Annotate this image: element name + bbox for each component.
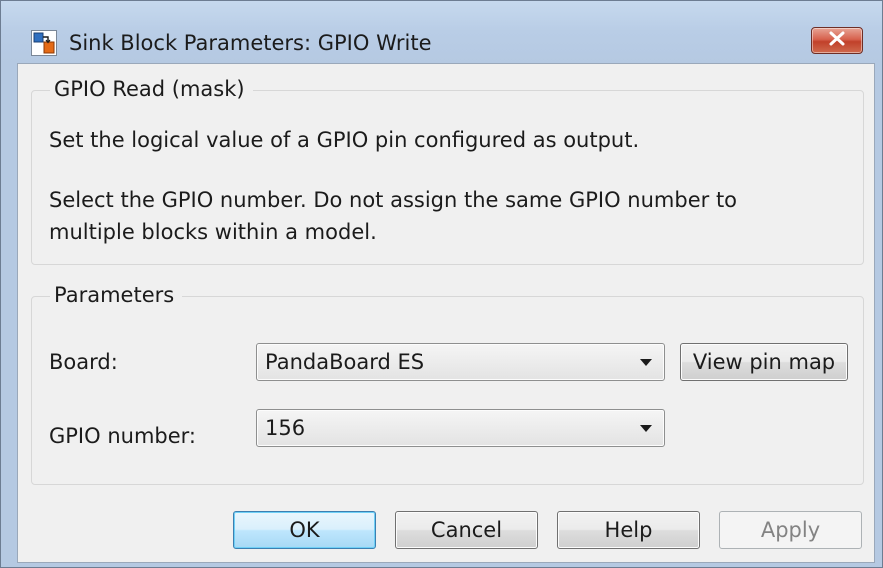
close-icon [828,31,846,50]
close-button[interactable] [811,27,863,54]
description-line-2: Select the GPIO number. Do not assign th… [49,188,738,212]
view-pin-map-button[interactable]: View pin map [680,343,848,381]
description-line-3: multiple blocks within a model. [49,220,377,244]
description-group-label: GPIO Read (mask) [50,75,253,103]
dialog-window: Sink Block Parameters: GPIO Write GPIO R… [0,0,883,568]
gpio-number-label: GPIO number: [49,424,196,448]
board-dropdown-value: PandaBoard ES [265,350,425,374]
dialog-body: GPIO Read (mask) Set the logical value o… [17,63,875,563]
simulink-block-icon [31,30,57,56]
chevron-down-icon [640,359,652,366]
description-group: GPIO Read (mask) Set the logical value o… [31,75,864,265]
window-title: Sink Block Parameters: GPIO Write [69,31,432,55]
board-dropdown[interactable]: PandaBoard ES [256,343,665,381]
chevron-down-icon [640,425,652,432]
board-label: Board: [49,350,118,374]
title-bar[interactable]: Sink Block Parameters: GPIO Write [1,1,882,63]
parameters-group: Parameters Board: PandaBoard ES View pin… [31,281,864,485]
help-button[interactable]: Help [557,511,700,549]
cancel-button[interactable]: Cancel [395,511,538,549]
apply-button[interactable]: Apply [719,511,862,549]
description-line-1: Set the logical value of a GPIO pin conf… [49,128,640,152]
gpio-number-dropdown-value: 156 [265,416,306,440]
parameters-group-label: Parameters [50,281,183,309]
gpio-number-dropdown[interactable]: 156 [256,409,665,447]
ok-button[interactable]: OK [233,511,376,549]
